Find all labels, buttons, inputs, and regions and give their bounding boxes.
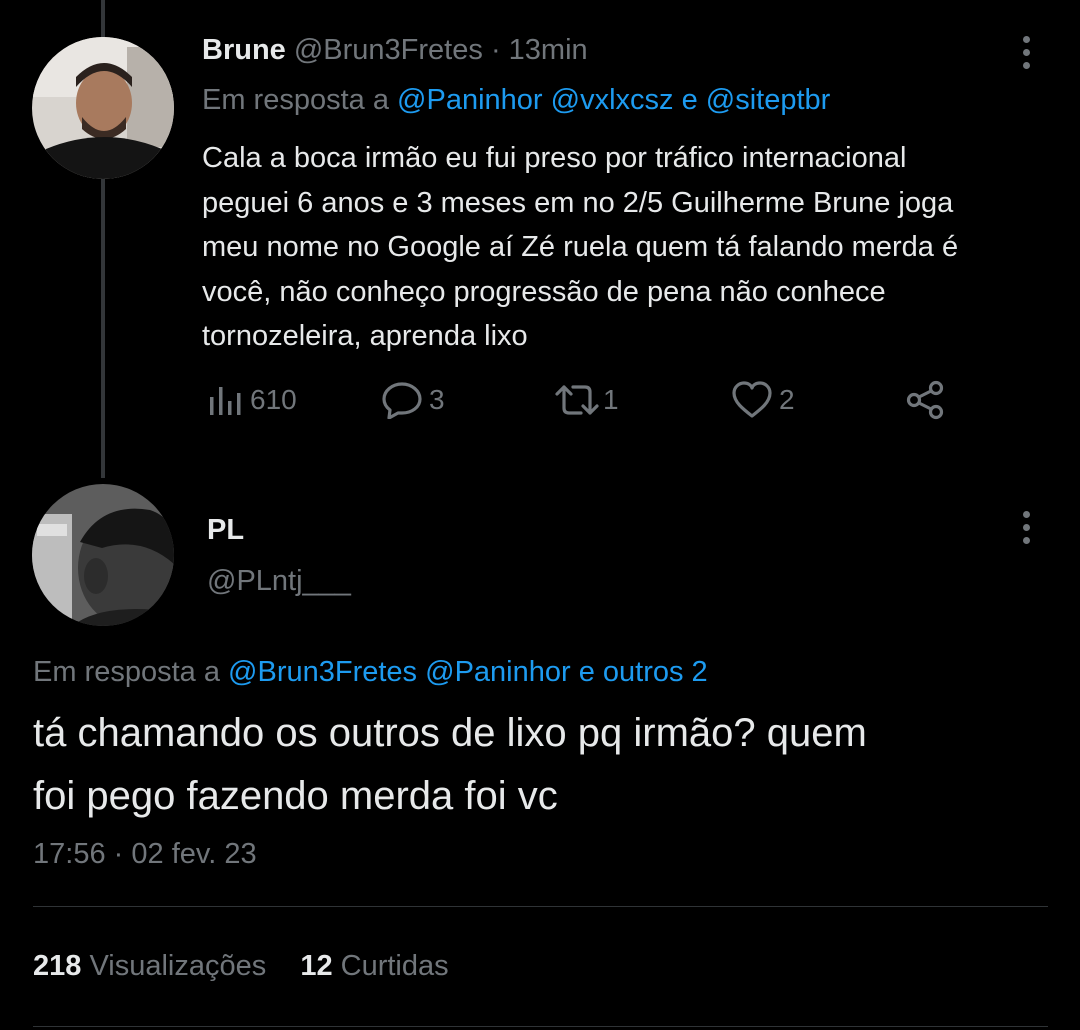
handle[interactable]: @Brun3Fretes — [294, 34, 483, 66]
timestamp-date[interactable]: 02 fev. 23 — [131, 838, 256, 870]
retweet-icon — [555, 385, 599, 415]
timestamp-separator: · — [113, 838, 124, 870]
like-button[interactable]: 2 — [731, 378, 795, 422]
reply-prefix: Em resposta a — [33, 656, 220, 688]
views-count: 610 — [250, 384, 297, 415]
reply-count: 3 — [429, 384, 445, 415]
share-button[interactable] — [905, 378, 945, 422]
tweet-line: peguei 6 anos e 3 meses em no 2/5 Guilhe… — [202, 186, 954, 219]
views-button[interactable]: 610 — [208, 378, 297, 422]
tweet-line: tornozeleira, aprenda lixo — [202, 320, 528, 352]
mention-vxlxcsz[interactable]: @vxlxcsz — [551, 84, 674, 116]
reply-button[interactable]: 3 — [381, 378, 445, 422]
avatar-pl[interactable] — [32, 484, 174, 626]
like-icon — [732, 381, 772, 418]
more-icon[interactable] — [1023, 511, 1031, 550]
mention-others[interactable]: e outros 2 — [579, 656, 708, 688]
timestamp-time[interactable]: 17:56 — [33, 838, 106, 870]
mention-brun3fretes[interactable]: @Brun3Fretes — [228, 656, 417, 688]
divider — [33, 906, 1048, 907]
share-icon — [906, 380, 944, 420]
display-name[interactable]: Brune — [202, 34, 286, 66]
tweet-line: você, não conheço progressão de pena não… — [202, 275, 886, 308]
like-count: 2 — [779, 384, 795, 415]
likes-count: 12 — [300, 950, 333, 982]
mention-paninhor[interactable]: @Paninhor — [425, 656, 571, 688]
views-label: Visualizações — [89, 950, 267, 982]
tweet-line: foi pego fazendo merda foi vc — [33, 774, 558, 818]
tweet-body: tá chamando os outros de lixo pq irmão? … — [33, 702, 867, 828]
retweet-button[interactable]: 1 — [553, 378, 619, 422]
divider — [33, 1026, 1048, 1027]
mention-siteptbr[interactable]: @siteptbr — [706, 84, 831, 116]
retweet-count: 1 — [603, 384, 619, 415]
tweet-body: Cala a boca irmão eu fui preso por tráfi… — [202, 136, 958, 359]
more-icon[interactable] — [1023, 36, 1031, 75]
display-name[interactable]: PL — [207, 514, 244, 547]
views-count: 218 — [33, 950, 82, 982]
tweet-line: meu nome no Google aí Zé ruela quem tá f… — [202, 231, 959, 263]
views-icon — [210, 387, 241, 415]
views-stat[interactable]: 218 Visualizações — [33, 950, 274, 982]
separator: · — [490, 34, 501, 66]
reply-conjunction: e — [681, 84, 698, 116]
likes-stat[interactable]: 12 Curtidas — [300, 950, 448, 982]
timestamp[interactable]: 13min — [509, 34, 588, 66]
handle[interactable]: @PLntj___ — [207, 565, 351, 598]
avatar-brune[interactable] — [32, 37, 174, 179]
tweet-line: Cala a boca irmão eu fui preso por tráfi… — [202, 142, 907, 174]
reply-prefix: Em resposta a — [202, 84, 389, 116]
reply-icon — [382, 382, 422, 419]
likes-label: Curtidas — [340, 950, 449, 982]
tweet-line: tá chamando os outros de lixo pq irmão? … — [33, 711, 867, 755]
mention-paninhor[interactable]: @Paninhor — [397, 84, 543, 116]
